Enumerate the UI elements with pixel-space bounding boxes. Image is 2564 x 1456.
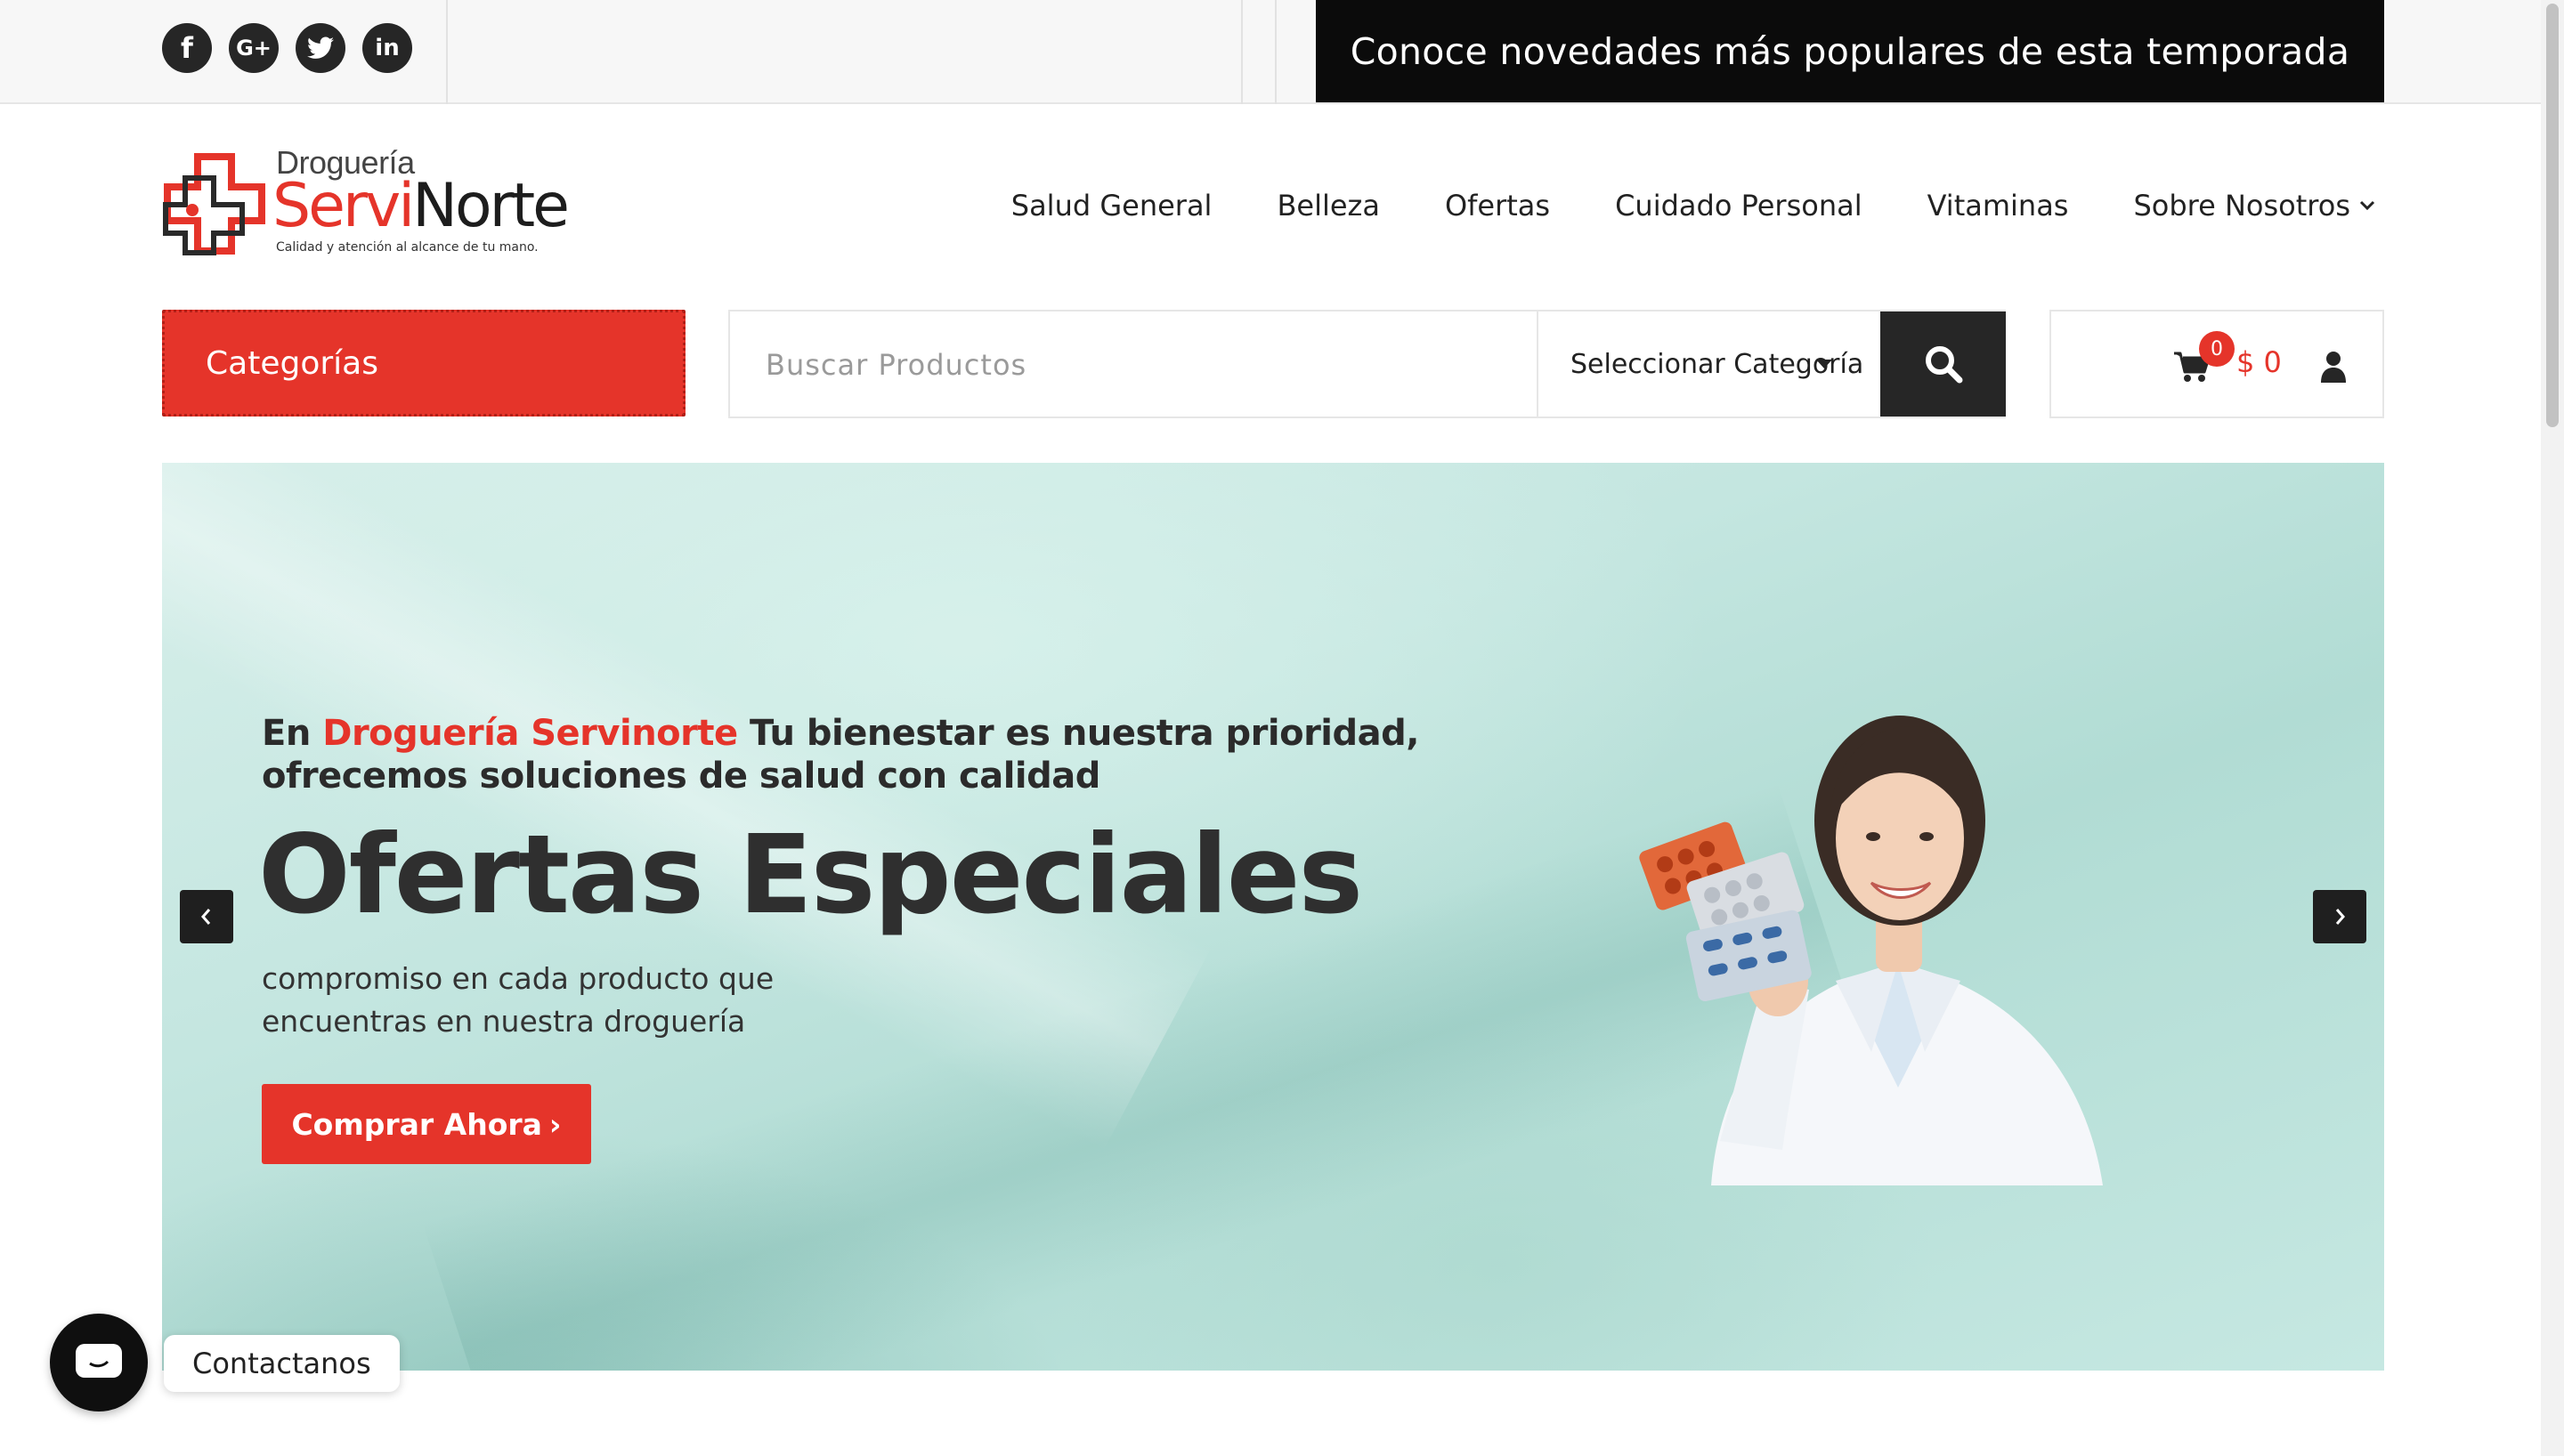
site-logo[interactable]: Droguería ServiNorte Calidad y atención … [162, 144, 580, 260]
search-input[interactable] [766, 338, 1496, 392]
top-bar: f G+ in Conoce novedades más populares d… [0, 0, 2564, 104]
logo-brand: ServiNorte [272, 171, 570, 242]
contact-chat-button[interactable] [50, 1314, 148, 1412]
cart-total[interactable]: $ 0 [2236, 345, 2282, 379]
linkedin-icon[interactable]: in [362, 23, 412, 73]
categories-label: Categorías [206, 344, 378, 382]
logo-brand-norte: Norte [412, 171, 570, 241]
search-bar: Seleccionar Categoría [728, 310, 2006, 418]
hero-desc-line2: encuentras en nuestra droguería [262, 1004, 746, 1039]
divider [446, 0, 448, 104]
caret-down-icon [1816, 360, 1832, 368]
nav-sobre-nosotros[interactable]: Sobre Nosotros [2133, 189, 2375, 222]
divider [1241, 0, 1243, 104]
chevron-down-icon [2359, 200, 2375, 211]
cart-count-badge: 0 [2199, 331, 2235, 367]
divider [1537, 311, 1538, 417]
hero-intro-prefix: En [262, 713, 323, 754]
cart-box: 0 $ 0 [2049, 310, 2384, 418]
facebook-icon[interactable]: f [162, 23, 212, 73]
scrollbar-thumb[interactable] [2546, 4, 2559, 427]
contact-label[interactable]: Contactanos [164, 1335, 400, 1392]
promo-banner[interactable]: Conoce novedades más populares de esta t… [1316, 0, 2384, 102]
hero-intro-line2: ofrecemos soluciones de salud con calida… [262, 756, 1100, 797]
hero-intro-brand: Droguería Servinorte [322, 713, 738, 754]
search-icon [1925, 346, 1962, 384]
search-button[interactable] [1880, 311, 2006, 417]
chevron-left-icon [201, 909, 211, 925]
hero-desc-line1: compromiso en cada producto que [262, 961, 775, 996]
slider-next-button[interactable] [2313, 890, 2366, 943]
nav-sobre-nosotros-label: Sobre Nosotros [2133, 189, 2350, 222]
social-links: f G+ in [162, 23, 412, 73]
page-scrollbar[interactable] [2541, 0, 2564, 1456]
nav-salud-general[interactable]: Salud General [1011, 189, 1213, 222]
logo-brand-servi: Servi [272, 171, 415, 241]
chevron-right-icon: › [548, 1106, 562, 1142]
comprar-ahora-button[interactable]: Comprar Ahora › [262, 1084, 591, 1164]
cta-label: Comprar Ahora [291, 1106, 542, 1142]
medical-cross-logo-icon [163, 153, 265, 255]
nav-ofertas[interactable]: Ofertas [1445, 189, 1550, 222]
divider [1275, 0, 1277, 104]
categories-button[interactable]: Categorías [162, 310, 686, 417]
twitter-bird-glyph [307, 36, 334, 59]
hero-intro-rest: Tu bienestar es nuestra prioridad, [737, 713, 1419, 754]
category-select[interactable]: Seleccionar Categoría [1570, 311, 1864, 417]
hero-headline: Ofertas Especiales [258, 812, 1363, 938]
nav-cuidado-personal[interactable]: Cuidado Personal [1615, 189, 1862, 222]
logo-tagline: Calidad y atención al alcance de tu mano… [276, 240, 539, 255]
twitter-icon[interactable] [296, 23, 345, 73]
chevron-right-icon [2335, 909, 2345, 925]
pharmacist-image [1639, 716, 2103, 1185]
hero-description: compromiso en cada producto que encuentr… [262, 958, 885, 1043]
chat-bubble-icon [76, 1344, 122, 1378]
google-plus-icon[interactable]: G+ [229, 23, 279, 73]
hero-intro: En Droguería Servinorte Tu bienestar es … [262, 712, 1419, 797]
main-nav: Salud General Belleza Ofertas Cuidado Pe… [1011, 189, 2375, 222]
nav-vitaminas[interactable]: Vitaminas [1927, 189, 2069, 222]
hero-intro-line1: En Droguería Servinorte Tu bienestar es … [262, 712, 1419, 755]
slider-prev-button[interactable] [180, 890, 233, 943]
user-account-icon[interactable] [2320, 351, 2347, 383]
nav-belleza[interactable]: Belleza [1277, 189, 1380, 222]
hero-slider: En Droguería Servinorte Tu bienestar es … [162, 463, 2384, 1371]
